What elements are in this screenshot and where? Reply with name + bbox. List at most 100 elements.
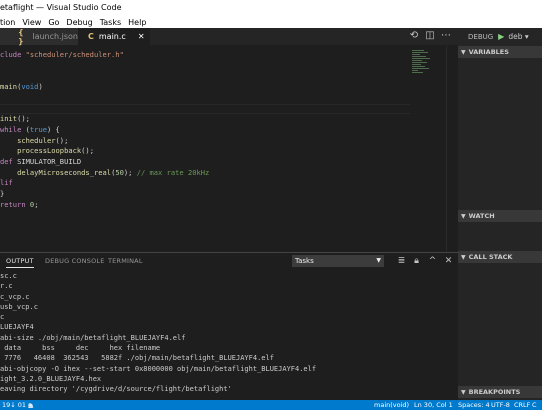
debug-label: DEBUG	[468, 32, 494, 41]
clear-output-icon[interactable]: ≣	[396, 255, 407, 267]
panel-tabs: OUTPUT DEBUG CONSOLE TERMINAL Tasks ▼ ≣ …	[0, 253, 458, 269]
start-debugging-icon[interactable]: ▶	[498, 32, 504, 41]
code-token: ;	[34, 199, 39, 209]
breakpoints-section[interactable]: ▼ BREAKPOINTS	[458, 386, 542, 398]
status-bar: 19↓ 01 ⊗ 0 ⚠ 5 main(void) Ln 30, Col 1 S…	[0, 400, 542, 410]
output-line: 7776 46408 362543 5882f ./obj/main/betaf…	[0, 354, 274, 363]
chevron-down-icon: ▼	[461, 253, 466, 261]
section-title: CALL STACK	[468, 253, 513, 261]
debug-config-select[interactable]: deb ▾	[508, 32, 528, 41]
menu-item-selection[interactable]: tion	[0, 18, 15, 27]
chevron-down-icon: ▼	[376, 257, 381, 264]
code-editor[interactable]: clude "scheduler/scheduler.h" main(void) i…	[0, 50, 410, 250]
code-line: lif	[0, 178, 13, 189]
tab-output[interactable]: OUTPUT	[6, 257, 34, 268]
menu-item-go[interactable]: Go	[48, 18, 59, 27]
watch-section[interactable]: ▼ WATCH	[458, 210, 542, 222]
output-line: abi-objcopy -O ihex --set-start 0x800000…	[0, 364, 317, 373]
section-title: VARIABLES	[468, 48, 509, 56]
tab-label: launch.json	[32, 32, 78, 41]
output-line: abi-size ./obj/main/betaflight_BLUEJAYF4…	[0, 333, 186, 342]
minimap[interactable]	[412, 50, 432, 110]
code-token: true	[29, 124, 47, 134]
tab-main-c[interactable]: C main.c ✕	[78, 28, 150, 45]
tab-label: main.c	[98, 32, 126, 41]
chevron-down-icon: ▼	[461, 48, 466, 56]
code-line: return 0;	[0, 200, 38, 211]
json-file-icon: { }	[18, 27, 24, 46]
scope-indicator[interactable]: main(void)	[374, 401, 409, 409]
section-title: BREAKPOINTS	[468, 388, 521, 396]
split-editor-icon[interactable]: ◫	[424, 30, 436, 42]
code-line: clude "scheduler/scheduler.h"	[0, 50, 124, 61]
code-token: ();	[17, 114, 30, 124]
code-token: void	[21, 82, 39, 92]
debug-header: DEBUG ▶ deb ▾	[458, 28, 542, 45]
c-file-icon: C	[88, 32, 94, 41]
menu-item-view[interactable]: View	[22, 18, 41, 27]
line-ending[interactable]: CRLF	[514, 401, 530, 409]
code-token: delayMicroseconds_real	[17, 167, 112, 177]
indentation[interactable]: Spaces: 4	[458, 401, 490, 409]
close-panel-icon[interactable]: ✕	[443, 255, 454, 267]
output-log[interactable]: sc.c r.c c_vcp.c usb_vcp.c c LUEJAYF4 abi-size…	[0, 271, 458, 399]
menu-item-tasks[interactable]: Tasks	[100, 18, 121, 27]
close-icon[interactable]: ✕	[138, 32, 145, 41]
variables-section[interactable]: ▼ VARIABLES	[458, 46, 542, 58]
current-line-highlight	[0, 103, 410, 115]
code-token: scheduler	[17, 135, 56, 145]
code-token: while	[0, 124, 22, 134]
menu-item-debug[interactable]: Debug	[66, 18, 92, 27]
menu-item-help[interactable]: Help	[128, 18, 146, 27]
code-line: def SIMULATOR_BUILD	[0, 157, 81, 168]
call-stack-section[interactable]: ▼ CALL STACK	[458, 251, 542, 263]
code-token: "scheduler/scheduler.h"	[25, 50, 124, 59]
warning-count: 5	[28, 402, 33, 410]
debug-sidebar: DEBUG ▶ deb ▾ ▼ VARIABLES ▼ WATCH ▼ CALL…	[458, 28, 542, 400]
output-line: usb_vcp.c	[0, 302, 38, 311]
menu-bar: tion View Go Debug Tasks Help	[0, 16, 542, 28]
code-token: // max rate 20kHz	[136, 167, 210, 177]
lock-scroll-icon[interactable]: 🔒︎	[411, 255, 422, 267]
encoding[interactable]: UTF-8	[491, 401, 510, 409]
bottom-panel: OUTPUT DEBUG CONSOLE TERMINAL Tasks ▼ ≣ …	[0, 252, 458, 400]
tab-launch-json[interactable]: { } launch.json	[0, 27, 78, 46]
code-token: ();	[55, 135, 69, 145]
code-token: lif	[0, 178, 13, 188]
chevron-down-icon: ▼	[461, 388, 466, 396]
output-line: r.c	[0, 282, 13, 291]
cursor-position[interactable]: Ln 30, Col 1	[414, 401, 453, 409]
output-channel-select[interactable]: Tasks ▼	[292, 255, 384, 267]
title-bar: etaflight — Visual Studio Code	[0, 0, 542, 16]
output-line: c_vcp.c	[0, 292, 30, 301]
output-line: ight_3.2.0_BLUEJAYF4.hex	[0, 374, 102, 383]
code-line: while (true) {	[0, 125, 60, 136]
code-line: delayMicroseconds_real(50); // max rate …	[0, 168, 209, 179]
editor-scrollbar[interactable]	[446, 46, 458, 252]
output-channel-value: Tasks	[295, 257, 314, 265]
code-token: def	[0, 157, 18, 166]
language-mode[interactable]: C	[532, 401, 537, 409]
open-changes-icon[interactable]: ⟲	[408, 30, 420, 42]
editor-area: { } launch.json C main.c ✕ ⟲ ◫ ⋯ clude "…	[0, 28, 458, 252]
code-token: );	[123, 167, 137, 177]
more-actions-icon[interactable]: ⋯	[440, 30, 452, 42]
window-title: etaflight — Visual Studio Code	[0, 3, 122, 12]
code-line: scheduler();	[0, 136, 68, 147]
code-token: clude	[0, 50, 26, 59]
code-token: (	[21, 124, 30, 134]
code-token: 50	[115, 167, 124, 177]
editor-tabs: { } launch.json C main.c ✕ ⟲ ◫ ⋯	[0, 27, 458, 46]
tab-terminal[interactable]: TERMINAL	[108, 257, 143, 265]
code-token: init	[0, 114, 18, 124]
output-line: sc.c	[0, 272, 17, 280]
output-line: data bss dec hex filename	[0, 344, 161, 353]
tab-debug-console[interactable]: DEBUG CONSOLE	[45, 257, 105, 265]
sync-status[interactable]: 19↓ 01	[2, 401, 26, 409]
code-token: ();	[81, 146, 94, 156]
code-token: main	[0, 82, 18, 92]
maximize-panel-icon[interactable]: ^	[427, 255, 438, 267]
